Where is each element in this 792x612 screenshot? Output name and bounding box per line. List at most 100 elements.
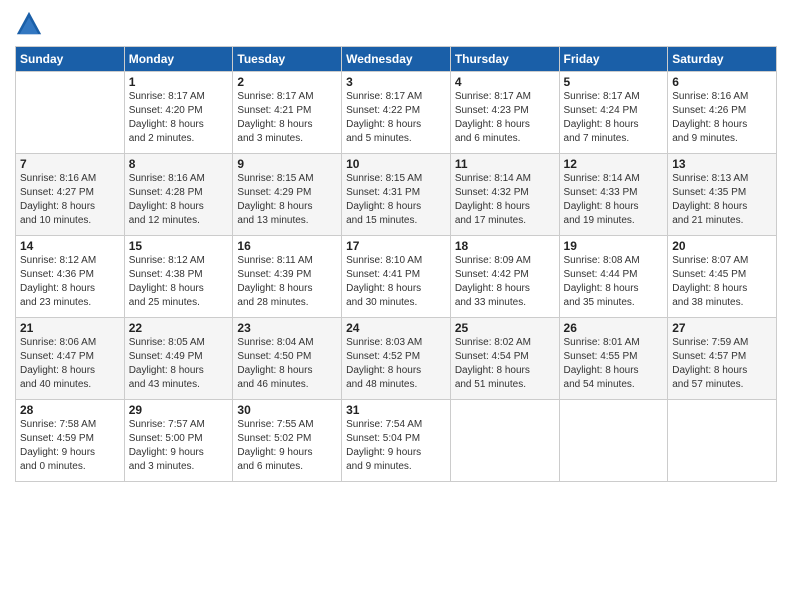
calendar-week-2: 14Sunrise: 8:12 AM Sunset: 4:36 PM Dayli… (16, 236, 777, 318)
day-info: Sunrise: 8:14 AM Sunset: 4:32 PM Dayligh… (455, 172, 555, 228)
calendar-cell: 26Sunrise: 8:01 AM Sunset: 4:55 PM Dayli… (559, 318, 668, 400)
day-number: 21 (20, 321, 120, 335)
logo-icon (15, 10, 43, 38)
calendar-cell: 28Sunrise: 7:58 AM Sunset: 4:59 PM Dayli… (16, 400, 125, 482)
calendar-cell: 31Sunrise: 7:54 AM Sunset: 5:04 PM Dayli… (342, 400, 451, 482)
calendar-cell (668, 400, 777, 482)
day-info: Sunrise: 7:55 AM Sunset: 5:02 PM Dayligh… (237, 418, 337, 474)
day-info: Sunrise: 8:14 AM Sunset: 4:33 PM Dayligh… (564, 172, 664, 228)
calendar-cell (559, 400, 668, 482)
calendar-cell: 12Sunrise: 8:14 AM Sunset: 4:33 PM Dayli… (559, 154, 668, 236)
day-number: 25 (455, 321, 555, 335)
calendar-cell (450, 400, 559, 482)
day-info: Sunrise: 8:01 AM Sunset: 4:55 PM Dayligh… (564, 336, 664, 392)
day-info: Sunrise: 7:58 AM Sunset: 4:59 PM Dayligh… (20, 418, 120, 474)
day-info: Sunrise: 8:17 AM Sunset: 4:20 PM Dayligh… (129, 90, 229, 146)
day-info: Sunrise: 8:17 AM Sunset: 4:22 PM Dayligh… (346, 90, 446, 146)
day-number: 3 (346, 75, 446, 89)
calendar-cell: 10Sunrise: 8:15 AM Sunset: 4:31 PM Dayli… (342, 154, 451, 236)
day-info: Sunrise: 8:02 AM Sunset: 4:54 PM Dayligh… (455, 336, 555, 392)
col-saturday: Saturday (668, 47, 777, 72)
day-info: Sunrise: 7:54 AM Sunset: 5:04 PM Dayligh… (346, 418, 446, 474)
day-number: 30 (237, 403, 337, 417)
calendar-cell (16, 72, 125, 154)
day-info: Sunrise: 8:06 AM Sunset: 4:47 PM Dayligh… (20, 336, 120, 392)
day-info: Sunrise: 8:17 AM Sunset: 4:23 PM Dayligh… (455, 90, 555, 146)
logo (15, 10, 47, 38)
day-info: Sunrise: 8:10 AM Sunset: 4:41 PM Dayligh… (346, 254, 446, 310)
day-number: 1 (129, 75, 229, 89)
day-info: Sunrise: 8:16 AM Sunset: 4:27 PM Dayligh… (20, 172, 120, 228)
day-number: 22 (129, 321, 229, 335)
day-number: 19 (564, 239, 664, 253)
day-number: 29 (129, 403, 229, 417)
day-number: 28 (20, 403, 120, 417)
calendar-cell: 29Sunrise: 7:57 AM Sunset: 5:00 PM Dayli… (124, 400, 233, 482)
col-wednesday: Wednesday (342, 47, 451, 72)
day-number: 5 (564, 75, 664, 89)
calendar-cell: 5Sunrise: 8:17 AM Sunset: 4:24 PM Daylig… (559, 72, 668, 154)
day-info: Sunrise: 8:12 AM Sunset: 4:38 PM Dayligh… (129, 254, 229, 310)
calendar-cell: 22Sunrise: 8:05 AM Sunset: 4:49 PM Dayli… (124, 318, 233, 400)
day-number: 8 (129, 157, 229, 171)
calendar-cell: 24Sunrise: 8:03 AM Sunset: 4:52 PM Dayli… (342, 318, 451, 400)
day-number: 9 (237, 157, 337, 171)
day-number: 24 (346, 321, 446, 335)
col-tuesday: Tuesday (233, 47, 342, 72)
calendar-cell: 3Sunrise: 8:17 AM Sunset: 4:22 PM Daylig… (342, 72, 451, 154)
calendar-cell: 23Sunrise: 8:04 AM Sunset: 4:50 PM Dayli… (233, 318, 342, 400)
col-monday: Monday (124, 47, 233, 72)
day-number: 20 (672, 239, 772, 253)
calendar-cell: 4Sunrise: 8:17 AM Sunset: 4:23 PM Daylig… (450, 72, 559, 154)
calendar-cell: 13Sunrise: 8:13 AM Sunset: 4:35 PM Dayli… (668, 154, 777, 236)
day-info: Sunrise: 8:07 AM Sunset: 4:45 PM Dayligh… (672, 254, 772, 310)
calendar-cell: 15Sunrise: 8:12 AM Sunset: 4:38 PM Dayli… (124, 236, 233, 318)
calendar-cell: 2Sunrise: 8:17 AM Sunset: 4:21 PM Daylig… (233, 72, 342, 154)
calendar-cell: 17Sunrise: 8:10 AM Sunset: 4:41 PM Dayli… (342, 236, 451, 318)
day-number: 17 (346, 239, 446, 253)
day-info: Sunrise: 8:03 AM Sunset: 4:52 PM Dayligh… (346, 336, 446, 392)
day-number: 15 (129, 239, 229, 253)
day-number: 4 (455, 75, 555, 89)
day-number: 12 (564, 157, 664, 171)
calendar-cell: 6Sunrise: 8:16 AM Sunset: 4:26 PM Daylig… (668, 72, 777, 154)
day-info: Sunrise: 8:16 AM Sunset: 4:26 PM Dayligh… (672, 90, 772, 146)
day-number: 16 (237, 239, 337, 253)
calendar-body: 1Sunrise: 8:17 AM Sunset: 4:20 PM Daylig… (16, 72, 777, 482)
page-container: Sunday Monday Tuesday Wednesday Thursday… (0, 0, 792, 492)
day-info: Sunrise: 8:16 AM Sunset: 4:28 PM Dayligh… (129, 172, 229, 228)
day-number: 26 (564, 321, 664, 335)
calendar-week-1: 7Sunrise: 8:16 AM Sunset: 4:27 PM Daylig… (16, 154, 777, 236)
day-info: Sunrise: 8:12 AM Sunset: 4:36 PM Dayligh… (20, 254, 120, 310)
calendar-cell: 14Sunrise: 8:12 AM Sunset: 4:36 PM Dayli… (16, 236, 125, 318)
calendar-cell: 25Sunrise: 8:02 AM Sunset: 4:54 PM Dayli… (450, 318, 559, 400)
calendar-cell: 16Sunrise: 8:11 AM Sunset: 4:39 PM Dayli… (233, 236, 342, 318)
calendar-cell: 1Sunrise: 8:17 AM Sunset: 4:20 PM Daylig… (124, 72, 233, 154)
header-row: Sunday Monday Tuesday Wednesday Thursday… (16, 47, 777, 72)
day-number: 31 (346, 403, 446, 417)
day-info: Sunrise: 8:08 AM Sunset: 4:44 PM Dayligh… (564, 254, 664, 310)
day-number: 18 (455, 239, 555, 253)
calendar-week-0: 1Sunrise: 8:17 AM Sunset: 4:20 PM Daylig… (16, 72, 777, 154)
day-number: 14 (20, 239, 120, 253)
day-number: 2 (237, 75, 337, 89)
calendar-cell: 8Sunrise: 8:16 AM Sunset: 4:28 PM Daylig… (124, 154, 233, 236)
day-info: Sunrise: 8:15 AM Sunset: 4:31 PM Dayligh… (346, 172, 446, 228)
calendar-week-3: 21Sunrise: 8:06 AM Sunset: 4:47 PM Dayli… (16, 318, 777, 400)
day-number: 13 (672, 157, 772, 171)
calendar-cell: 27Sunrise: 7:59 AM Sunset: 4:57 PM Dayli… (668, 318, 777, 400)
calendar-cell: 30Sunrise: 7:55 AM Sunset: 5:02 PM Dayli… (233, 400, 342, 482)
day-info: Sunrise: 8:05 AM Sunset: 4:49 PM Dayligh… (129, 336, 229, 392)
day-number: 6 (672, 75, 772, 89)
day-info: Sunrise: 7:59 AM Sunset: 4:57 PM Dayligh… (672, 336, 772, 392)
day-info: Sunrise: 8:15 AM Sunset: 4:29 PM Dayligh… (237, 172, 337, 228)
header (15, 10, 777, 38)
calendar-week-4: 28Sunrise: 7:58 AM Sunset: 4:59 PM Dayli… (16, 400, 777, 482)
calendar-cell: 19Sunrise: 8:08 AM Sunset: 4:44 PM Dayli… (559, 236, 668, 318)
calendar-cell: 9Sunrise: 8:15 AM Sunset: 4:29 PM Daylig… (233, 154, 342, 236)
day-info: Sunrise: 8:17 AM Sunset: 4:21 PM Dayligh… (237, 90, 337, 146)
day-number: 10 (346, 157, 446, 171)
day-info: Sunrise: 7:57 AM Sunset: 5:00 PM Dayligh… (129, 418, 229, 474)
day-number: 27 (672, 321, 772, 335)
calendar-cell: 7Sunrise: 8:16 AM Sunset: 4:27 PM Daylig… (16, 154, 125, 236)
